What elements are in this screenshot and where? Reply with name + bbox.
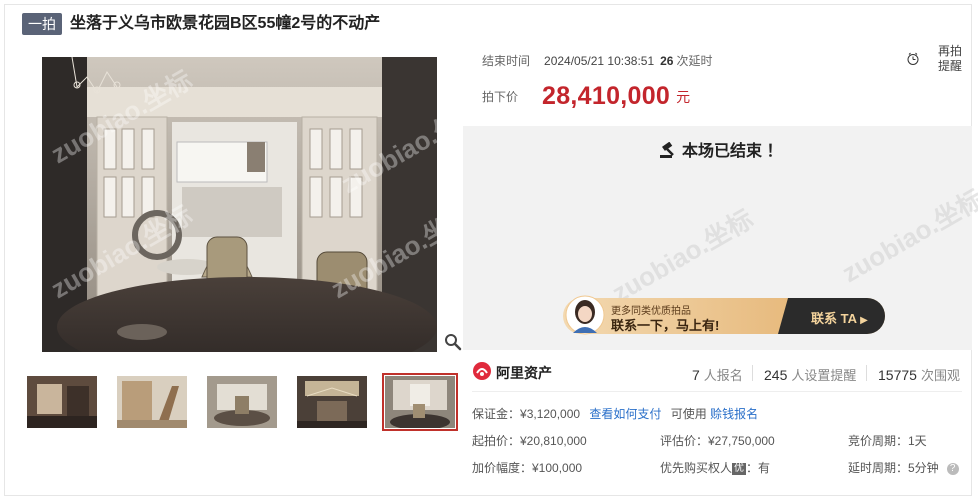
stat-registrations: 7 人报名 bbox=[692, 365, 743, 384]
thumbnail-strip bbox=[22, 372, 467, 434]
final-price: 28,410,000 bbox=[542, 82, 671, 110]
contact-banner[interactable]: 更多同类优质拍品 联系一下，马上有! 联系 TA ▶ bbox=[563, 295, 885, 335]
thumbnail[interactable] bbox=[297, 376, 367, 428]
watermark: zuobiao.坐标 bbox=[606, 203, 759, 309]
divider bbox=[752, 365, 753, 381]
watermark: zuobiao.坐标 bbox=[836, 183, 978, 289]
deposit-row: 保证金：¥3,120,000 查看如何支付 可使用 赊钱报名 bbox=[472, 405, 758, 422]
stat-number: 245 bbox=[764, 367, 788, 383]
dining-room-image bbox=[42, 57, 437, 352]
start-price: 起拍价：¥20,810,000 bbox=[472, 434, 587, 448]
thumbnail[interactable] bbox=[27, 376, 97, 428]
auction-round-badge: 一拍 bbox=[22, 13, 62, 35]
contact-button-label: 联系 TA bbox=[811, 311, 857, 326]
priority-suffix: ：有 bbox=[746, 461, 771, 475]
remind-line2: 提醒 bbox=[938, 59, 963, 73]
stat-unit: 次围观 bbox=[920, 368, 960, 383]
divider bbox=[472, 391, 962, 392]
price-label: 拍下价 bbox=[482, 90, 519, 104]
platform-logo[interactable] bbox=[472, 361, 492, 386]
item-title[interactable]: 坐落于义乌市欧景花园B区55幢2号的不动产 bbox=[70, 13, 380, 35]
stat-unit: 人报名 bbox=[703, 368, 743, 383]
delay-suffix: 次延时 bbox=[676, 54, 713, 68]
priority-tag: 优 bbox=[732, 462, 747, 475]
stat-views: 15775 次围观 bbox=[878, 365, 960, 384]
end-time-value: 2024/05/21 10:38:51 bbox=[544, 54, 655, 68]
priority-prefix: 优先购买权人 bbox=[660, 461, 733, 475]
thumbnail-image bbox=[27, 376, 97, 428]
remind-label[interactable]: 再拍 提醒 bbox=[938, 44, 962, 74]
how-to-pay-link[interactable]: 查看如何支付 bbox=[589, 407, 661, 421]
thumbnail[interactable] bbox=[117, 376, 187, 428]
thumbnail[interactable] bbox=[207, 376, 277, 428]
price-row: 拍下价 28,410,000 元 bbox=[482, 82, 690, 111]
agent-avatar bbox=[565, 295, 605, 335]
ali-assets-icon bbox=[473, 362, 491, 380]
delay-cycle-text: 延时周期：5分钟 bbox=[848, 461, 939, 475]
remind-line1: 再拍 bbox=[938, 44, 963, 58]
stat-number: 15775 bbox=[878, 367, 917, 383]
divider bbox=[866, 365, 867, 381]
help-icon[interactable]: ? bbox=[946, 462, 959, 475]
deposit-label: 保证金： bbox=[472, 407, 521, 421]
platform-name: 阿里资产 bbox=[496, 365, 552, 381]
remind-button[interactable] bbox=[906, 43, 936, 75]
appraisal-price: 评估价：¥27,750,000 bbox=[660, 434, 775, 448]
thumbnail-selected[interactable] bbox=[382, 373, 458, 431]
ended-text: 本场已结束 ！ bbox=[682, 143, 783, 160]
bid-increment: 加价幅度：¥100,000 bbox=[472, 461, 583, 475]
price-unit: 元 bbox=[676, 88, 691, 105]
banner-line2: 联系一下，马上有! bbox=[611, 318, 720, 333]
bidding-cycle: 竞价周期：1天 bbox=[848, 434, 927, 448]
end-time-row: 结束时间 2024/05/21 10:38:51 26 次延时 bbox=[482, 52, 713, 69]
deposit-can-use: 可使用 bbox=[670, 407, 707, 421]
contact-button[interactable]: 联系 TA ▶ bbox=[811, 308, 868, 327]
stat-reminders: 245 人设置提醒 bbox=[764, 365, 856, 384]
priority-buyer: 优先购买权人优：有 bbox=[660, 459, 770, 476]
zoom-icon[interactable] bbox=[444, 333, 462, 351]
thumbnail-image bbox=[385, 376, 455, 428]
delay-count: 26 bbox=[660, 54, 674, 68]
thumbnail-image bbox=[117, 376, 187, 428]
delay-cycle: 延时周期：5分钟? bbox=[848, 459, 959, 476]
gavel-icon bbox=[658, 141, 676, 163]
thumbnail-image bbox=[207, 376, 277, 428]
auction-ended-message: 本场已结束 ！ bbox=[658, 137, 782, 163]
caret-right-icon: ▶ bbox=[860, 315, 868, 326]
thumbnail-image bbox=[297, 376, 367, 428]
stat-number: 7 bbox=[692, 367, 700, 383]
main-photo[interactable]: zuobiao.坐标 zuobiao.坐标 zuobiao.坐标 zuobiao… bbox=[42, 57, 437, 352]
credit-register-link[interactable]: 赊钱报名 bbox=[710, 407, 758, 421]
deposit-value: ¥3,120,000 bbox=[520, 407, 581, 421]
end-time-label: 结束时间 bbox=[482, 54, 531, 68]
stat-unit: 人设置提醒 bbox=[791, 368, 857, 383]
